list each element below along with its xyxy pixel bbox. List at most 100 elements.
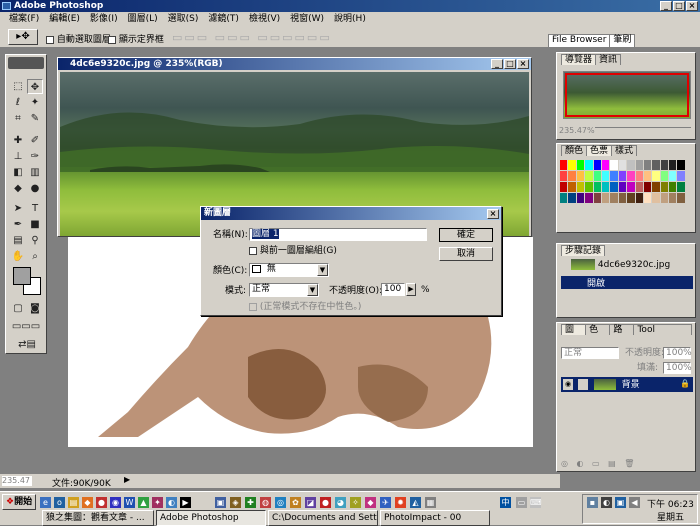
menu-filter[interactable]: 濾鏡(T): [203, 12, 244, 26]
file-browser-tab[interactable]: File Browser: [548, 34, 611, 47]
keyboard-icon[interactable]: ▭: [516, 497, 527, 508]
swatch[interactable]: [635, 160, 644, 171]
layers-tab[interactable]: 圖層: [561, 324, 587, 335]
navigator-tab[interactable]: 導覽器: [561, 54, 597, 65]
swatch[interactable]: [585, 182, 594, 193]
app-icon-11[interactable]: ◍: [260, 497, 271, 508]
background-layer-row[interactable]: ◉ 背景 🔒: [561, 377, 693, 392]
paths-tab[interactable]: 路徑: [609, 324, 635, 335]
swatch[interactable]: [576, 171, 586, 182]
history-state[interactable]: 開啟: [561, 276, 693, 289]
swatch[interactable]: [618, 171, 628, 182]
history-tab[interactable]: 步驟記錄: [561, 245, 606, 256]
menu-file[interactable]: 檔案(F): [4, 12, 44, 26]
volume-icon[interactable]: ◀: [629, 497, 640, 508]
app-icon-13[interactable]: ✿: [290, 497, 301, 508]
move-tool-icon[interactable]: ✥: [27, 79, 43, 94]
app-icon-21[interactable]: ◭: [410, 497, 421, 508]
swatch[interactable]: [585, 160, 594, 171]
zoom-tool-icon[interactable]: ⌕: [27, 249, 43, 264]
gradient-tool-icon[interactable]: ▥: [27, 165, 43, 180]
view-box[interactable]: [565, 73, 689, 117]
lasso-tool-icon[interactable]: ℓ: [10, 95, 26, 110]
notes-tool-icon[interactable]: ▤: [10, 233, 26, 248]
history-brush-icon[interactable]: ✑: [27, 149, 43, 164]
navigator-thumbnail[interactable]: [563, 71, 691, 119]
ie-icon[interactable]: e: [40, 497, 51, 508]
group-option[interactable]: 與前一圖層編組(G): [249, 246, 337, 257]
swatches-tab[interactable]: 色票: [586, 145, 613, 156]
swatch[interactable]: [593, 171, 602, 182]
swatch[interactable]: [627, 193, 636, 204]
menu-layer[interactable]: 圖層(L): [123, 12, 163, 26]
status-zoom[interactable]: 235.47: [2, 476, 32, 486]
swatch[interactable]: [669, 182, 678, 193]
swatch[interactable]: [568, 171, 577, 182]
swatch[interactable]: [618, 193, 628, 204]
swatch[interactable]: [560, 193, 569, 204]
swatch[interactable]: [677, 193, 686, 204]
app-icon-19[interactable]: ✈: [380, 497, 391, 508]
swatch[interactable]: [610, 160, 619, 171]
swatch[interactable]: [576, 160, 586, 171]
clone-stamp-icon[interactable]: ⊥: [10, 149, 26, 164]
swatch[interactable]: [593, 160, 602, 171]
quick-mask-icon[interactable]: ◙: [27, 301, 43, 316]
doc-close-button[interactable]: ×: [517, 59, 529, 69]
blur-tool-icon[interactable]: ◆: [10, 181, 26, 196]
app-icon-15[interactable]: ●: [320, 497, 331, 508]
close-button[interactable]: ×: [686, 1, 698, 11]
swatch[interactable]: [652, 182, 661, 193]
opacity-input[interactable]: 100: [381, 283, 405, 296]
navigator-zoom[interactable]: 235.47%: [559, 126, 595, 135]
swatch[interactable]: [627, 160, 636, 171]
swatch[interactable]: [652, 160, 661, 171]
app-icon-4[interactable]: ▲: [138, 497, 149, 508]
auto-select-option[interactable]: 自動選取圖層: [46, 32, 111, 45]
swatch[interactable]: [568, 193, 577, 204]
doc-maximize-button[interactable]: □: [504, 59, 516, 69]
swatch[interactable]: [601, 182, 611, 193]
tray-icon-1[interactable]: ▪: [587, 497, 598, 508]
swatch[interactable]: [576, 182, 586, 193]
name-field[interactable]: 圖層 1: [249, 228, 427, 241]
swatch[interactable]: [635, 171, 644, 182]
network-icon[interactable]: ▣: [615, 497, 626, 508]
swatch[interactable]: [635, 193, 644, 204]
maximize-button[interactable]: □: [673, 1, 685, 11]
clock-time[interactable]: 下午 06:23: [647, 497, 694, 510]
layer-buttons-icons[interactable]: ◎ ◐ ▭ ▤ 🗑: [561, 459, 693, 469]
app-icon-18[interactable]: ◆: [365, 497, 376, 508]
app-icon-1[interactable]: ◆: [82, 497, 93, 508]
shape-tool-icon[interactable]: ■: [27, 217, 43, 232]
swatch[interactable]: [660, 182, 670, 193]
swatch[interactable]: [593, 193, 602, 204]
brush-link-icon[interactable]: [577, 379, 588, 390]
swatch[interactable]: [635, 182, 644, 193]
menu-window[interactable]: 視窗(W): [285, 12, 329, 26]
doc-minimize-button[interactable]: _: [491, 59, 503, 69]
app-icon-9[interactable]: ◈: [230, 497, 241, 508]
dodge-tool-icon[interactable]: ●: [27, 181, 43, 196]
color-select[interactable]: 無 ▼: [249, 263, 329, 277]
standard-mode-icon[interactable]: ▢: [10, 301, 26, 316]
swatch[interactable]: [568, 160, 577, 171]
info-tab[interactable]: 資訊: [595, 54, 622, 65]
task-explorer[interactable]: C:\Documents and Setting...: [268, 510, 378, 526]
history-snapshot[interactable]: 4dc6e9320c.jpg: [561, 259, 693, 274]
swatch[interactable]: [576, 193, 586, 204]
swatch[interactable]: [669, 193, 678, 204]
swatch[interactable]: [627, 182, 636, 193]
eyedropper-icon[interactable]: ⚲: [27, 233, 43, 248]
ok-button[interactable]: 確定: [439, 228, 493, 242]
app-icon-17[interactable]: ✧: [350, 497, 361, 508]
task-browser[interactable]: 狼之集圖：觀看文章 - ...: [42, 510, 154, 526]
swatch[interactable]: [610, 193, 619, 204]
swatch-grid[interactable]: [560, 160, 686, 232]
outlook-icon[interactable]: o: [54, 497, 65, 508]
swatch[interactable]: [660, 171, 670, 182]
input-method-icon[interactable]: 中: [500, 497, 511, 508]
marquee-tool-icon[interactable]: ⬚: [10, 79, 26, 94]
minimize-button[interactable]: _: [660, 1, 672, 11]
start-button[interactable]: ❖開始: [2, 494, 36, 510]
